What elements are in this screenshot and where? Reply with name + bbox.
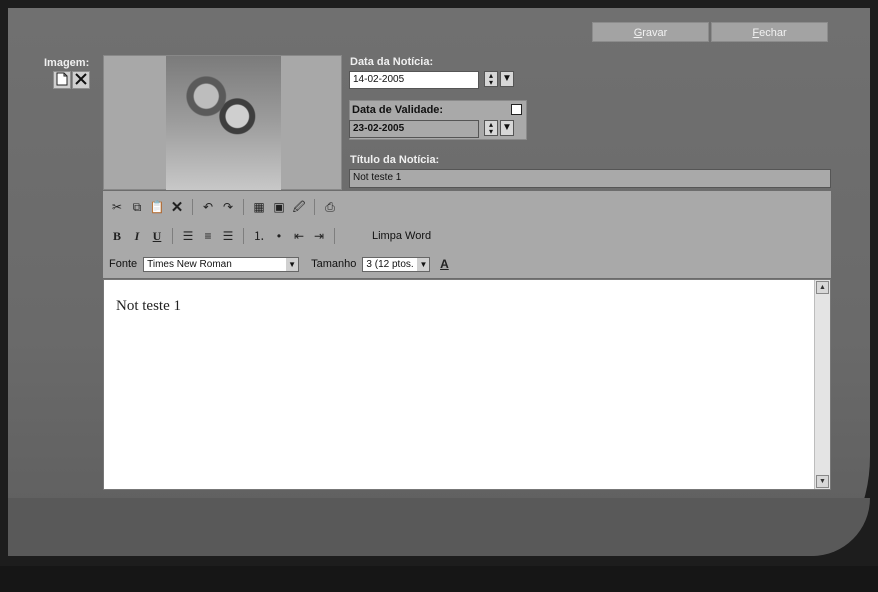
news-date-label: Data da Notícia:	[350, 56, 434, 68]
indent-icon[interactable]: ⇥	[311, 228, 327, 244]
font-label: Fonte	[109, 258, 138, 270]
document-icon	[56, 72, 68, 88]
delete-icon[interactable]: ✕	[169, 199, 185, 215]
validity-date-label: Data de Validade:	[352, 104, 444, 116]
news-date-dropdown-button[interactable]: ▼	[500, 71, 514, 87]
link-icon[interactable]: 🖉	[291, 199, 307, 215]
image-icon[interactable]: ▣	[271, 199, 287, 215]
editor-toolbar: ✂ ⧉ 📋 ✕ ↶ ↷ ▦ ▣ 🖉 ⎙ B I U ☰ ≡ ☰ ⒈ • ⇤ ⇥ …	[103, 191, 831, 278]
toolbar-row-3: Fonte Times New Roman ▼ Tamanho 3 (12 pt…	[109, 256, 452, 272]
paste-icon[interactable]: 📋	[149, 199, 165, 215]
toolbar-separator	[192, 199, 193, 215]
validity-date-input[interactable]: 23-02-2005	[349, 120, 479, 138]
news-photo	[166, 56, 281, 190]
undo-icon[interactable]: ↶	[200, 199, 216, 215]
news-title-label: Título da Notícia:	[350, 154, 440, 166]
close-button[interactable]: Fechar	[711, 22, 828, 42]
outdent-icon[interactable]: ⇤	[291, 228, 307, 244]
editor-scrollbar[interactable]: ▲ ▼	[814, 280, 830, 489]
clean-word-button[interactable]: Limpa Word	[372, 230, 431, 242]
close-button-label: echar	[759, 27, 787, 39]
editor-content[interactable]: Not teste 1	[116, 298, 181, 315]
news-date-input[interactable]: 14-02-2005	[349, 71, 479, 89]
align-left-icon[interactable]: ☰	[180, 228, 196, 244]
news-date-spinner[interactable]: ▴ ▾	[484, 71, 498, 87]
numbered-list-icon[interactable]: ⒈	[251, 228, 267, 244]
scroll-down-icon[interactable]: ▼	[816, 475, 829, 488]
toolbar-row-1: ✂ ⧉ 📋 ✕ ↶ ↷ ▦ ▣ 🖉 ⎙	[109, 199, 338, 215]
underline-button[interactable]: U	[149, 228, 165, 244]
toolbar-row-2: B I U ☰ ≡ ☰ ⒈ • ⇤ ⇥ Limpa Word	[109, 228, 431, 244]
font-select[interactable]: Times New Roman ▼	[143, 256, 300, 272]
toolbar-separator	[314, 199, 315, 215]
italic-button[interactable]: I	[129, 228, 145, 244]
chevron-down-icon: ▼	[502, 73, 512, 84]
bold-button[interactable]: B	[109, 228, 125, 244]
validity-date-spinner[interactable]: ▴ ▾	[484, 120, 498, 136]
align-right-icon[interactable]: ☰	[220, 228, 236, 244]
cut-icon[interactable]: ✂	[109, 199, 125, 215]
scroll-up-icon[interactable]: ▲	[816, 281, 829, 294]
save-button-accesskey: G	[633, 27, 643, 39]
redo-icon[interactable]: ↷	[220, 199, 236, 215]
size-label: Tamanho	[311, 258, 357, 270]
save-button[interactable]: Gravar	[592, 22, 709, 42]
bottom-bar	[0, 566, 878, 592]
align-center-icon[interactable]: ≡	[200, 228, 216, 244]
font-color-icon[interactable]: A	[436, 256, 452, 272]
validity-date-checkbox[interactable]	[511, 104, 522, 115]
table-icon[interactable]: ▦	[251, 199, 267, 215]
new-image-button[interactable]	[53, 71, 71, 89]
rich-text-editor[interactable]: Not teste 1 ▲ ▼	[103, 279, 831, 490]
close-icon	[75, 73, 87, 87]
save-button-label: ravar	[642, 27, 668, 39]
delete-image-button[interactable]	[72, 71, 90, 89]
print-icon[interactable]: ⎙	[322, 199, 338, 215]
size-select-value: 3 (12 ptos.	[366, 258, 414, 270]
bullet-list-icon[interactable]: •	[271, 228, 287, 244]
validity-date-dropdown-button[interactable]: ▼	[500, 120, 514, 136]
image-preview-frame	[103, 55, 342, 190]
font-select-value: Times New Roman	[147, 258, 232, 270]
toolbar-separator	[334, 228, 335, 244]
toolbar-separator	[243, 199, 244, 215]
toolbar-separator	[172, 228, 173, 244]
chevron-down-icon: ▼	[417, 257, 430, 271]
copy-icon[interactable]: ⧉	[129, 199, 145, 215]
news-title-input[interactable]: Not teste 1	[349, 169, 831, 188]
size-select[interactable]: 3 (12 ptos. ▼	[362, 256, 431, 272]
toolbar-separator	[243, 228, 244, 244]
chevron-down-icon: ▼	[286, 257, 299, 271]
chevron-down-icon: ▼	[502, 122, 512, 133]
image-label: Imagem:	[44, 57, 90, 69]
